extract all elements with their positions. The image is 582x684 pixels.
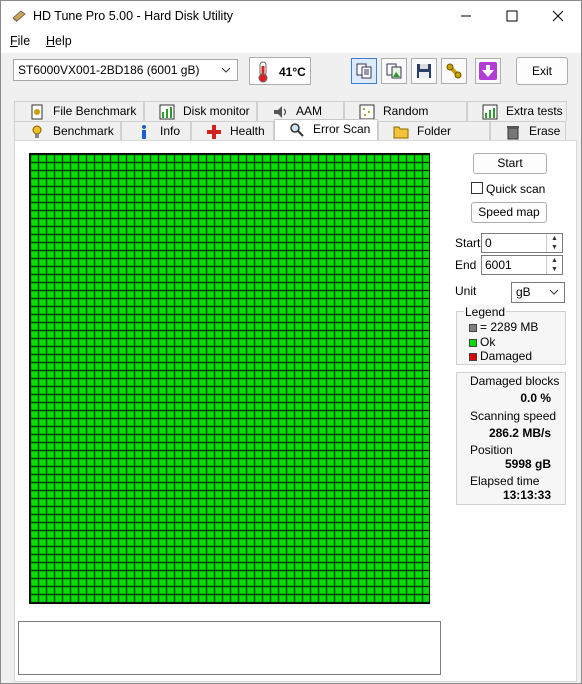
close-icon bbox=[552, 10, 564, 22]
legend-title: Legend bbox=[464, 305, 507, 319]
copy-info-button[interactable] bbox=[351, 58, 377, 84]
copy-image-icon bbox=[386, 63, 402, 79]
menu-bar: File Help bbox=[1, 31, 581, 53]
damaged-blocks-label: Damaged blocks bbox=[470, 374, 560, 388]
tab-row-top: File Benchmark Disk monitor AAM Random Acce… bbox=[14, 101, 567, 137]
temperature-display: 41°C bbox=[249, 57, 311, 85]
position-value: 5998 gB bbox=[504, 457, 551, 471]
block-grid bbox=[30, 154, 429, 603]
elapsed-time-label: Elapsed time bbox=[470, 474, 540, 488]
damaged-swatch bbox=[469, 352, 477, 361]
tab-file-benchmark[interactable]: File Benchmark bbox=[14, 101, 144, 121]
scanning-speed-label: Scanning speed bbox=[470, 409, 557, 423]
tab-aam[interactable]: AAM bbox=[257, 101, 344, 121]
quick-scan-checkbox[interactable] bbox=[471, 182, 483, 194]
maximize-icon bbox=[506, 10, 518, 22]
tab-error-scan[interactable]: Error Scan bbox=[274, 119, 378, 141]
download-button[interactable] bbox=[475, 58, 501, 84]
tab-extra-tests[interactable]: Extra tests bbox=[467, 101, 567, 121]
chevron-down-icon bbox=[221, 60, 231, 86]
end-position-input[interactable]: 6001 ▲ ▼ bbox=[481, 255, 563, 275]
tab-folder-usage[interactable]: Folder Usage bbox=[378, 121, 490, 157]
menu-file[interactable]: File bbox=[10, 34, 30, 48]
drive-select-value: ST6000VX001-2BD186 (6001 gB) bbox=[18, 63, 200, 77]
chevron-down-icon bbox=[549, 283, 559, 308]
legend-block-size: = 2289 MB bbox=[469, 320, 538, 334]
thermometer-icon bbox=[258, 61, 268, 83]
start-scan-button[interactable]: Start bbox=[473, 153, 547, 174]
temperature-value: 41°C bbox=[279, 65, 306, 79]
tab-health[interactable]: Health bbox=[191, 121, 274, 141]
maximize-button[interactable] bbox=[489, 1, 535, 31]
damaged-blocks-value: 0.0 % bbox=[520, 391, 551, 405]
menu-help[interactable]: Help bbox=[46, 34, 72, 48]
elapsed-time-value: 13:13:33 bbox=[502, 488, 551, 502]
toolbar: ST6000VX001-2BD186 (6001 gB) 41°C Exit bbox=[1, 53, 581, 91]
hdtune-app-icon bbox=[12, 10, 26, 22]
tab-label: File Benchmark bbox=[53, 104, 137, 118]
end-field-label: End bbox=[455, 258, 477, 272]
unscanned-swatch bbox=[469, 323, 477, 332]
tab-label: Benchmark bbox=[53, 124, 114, 138]
speed-map-button[interactable]: Speed map bbox=[471, 202, 547, 223]
spin-down-icon[interactable]: ▼ bbox=[547, 243, 562, 252]
wrench-icon bbox=[446, 63, 462, 79]
tab-info[interactable]: Info bbox=[121, 121, 191, 141]
tab-label: Error Scan bbox=[313, 122, 371, 136]
minimize-button[interactable] bbox=[443, 1, 489, 31]
start-position-input[interactable]: 0 ▲ ▼ bbox=[481, 233, 563, 253]
log-output-box[interactable] bbox=[18, 621, 441, 675]
title-bar: HD Tune Pro 5.00 - Hard Disk Utility bbox=[1, 1, 581, 31]
close-button[interactable] bbox=[535, 1, 581, 31]
spin-down-icon[interactable]: ▼ bbox=[547, 265, 562, 274]
drive-select[interactable]: ST6000VX001-2BD186 (6001 gB) bbox=[13, 59, 238, 81]
copy-text-icon bbox=[356, 63, 372, 79]
start-field-label: Start bbox=[455, 236, 481, 250]
spin-up-icon[interactable]: ▲ bbox=[547, 256, 562, 265]
unit-select[interactable]: gB bbox=[511, 282, 565, 303]
options-button[interactable] bbox=[441, 58, 467, 84]
quick-scan-label[interactable]: Quick scan bbox=[486, 182, 545, 196]
tab-label: Erase bbox=[529, 124, 561, 138]
save-button[interactable] bbox=[411, 58, 437, 84]
tab-benchmark[interactable]: Benchmark bbox=[14, 121, 121, 141]
error-scan-block-map bbox=[29, 153, 430, 604]
tab-erase[interactable]: Erase bbox=[490, 121, 566, 141]
copy-screenshot-button[interactable] bbox=[381, 58, 407, 84]
floppy-disk-icon bbox=[417, 64, 431, 78]
scanning-speed-value: 286.2 MB/s bbox=[488, 426, 551, 440]
legend-damaged: Damaged bbox=[469, 349, 532, 363]
legend-ok: Ok bbox=[469, 335, 495, 349]
tab-random-access[interactable]: Random Access bbox=[344, 101, 467, 137]
tab-label: Health bbox=[230, 124, 265, 138]
tab-label: Extra tests bbox=[506, 104, 563, 118]
spin-up-icon[interactable]: ▲ bbox=[547, 234, 562, 243]
tab-label: Info bbox=[160, 124, 181, 138]
tab-label: AAM bbox=[296, 104, 323, 118]
tab-row-bottom: Benchmark Info Health Error Scan Folder Usag… bbox=[14, 119, 566, 157]
unit-label: Unit bbox=[455, 284, 477, 298]
window-title: HD Tune Pro 5.00 - Hard Disk Utility bbox=[33, 9, 234, 23]
exit-button[interactable]: Exit bbox=[516, 57, 568, 85]
start-spinner[interactable]: ▲ ▼ bbox=[546, 234, 562, 252]
minimize-icon bbox=[461, 15, 471, 17]
arrow-down-icon bbox=[479, 62, 497, 80]
ok-swatch bbox=[469, 338, 477, 347]
end-spinner[interactable]: ▲ ▼ bbox=[546, 256, 562, 274]
app-window: HD Tune Pro 5.00 - Hard Disk Utility Fil… bbox=[0, 0, 582, 684]
position-label: Position bbox=[470, 443, 513, 457]
tab-label: Disk monitor bbox=[183, 104, 250, 118]
tab-disk-monitor[interactable]: Disk monitor bbox=[144, 101, 257, 121]
